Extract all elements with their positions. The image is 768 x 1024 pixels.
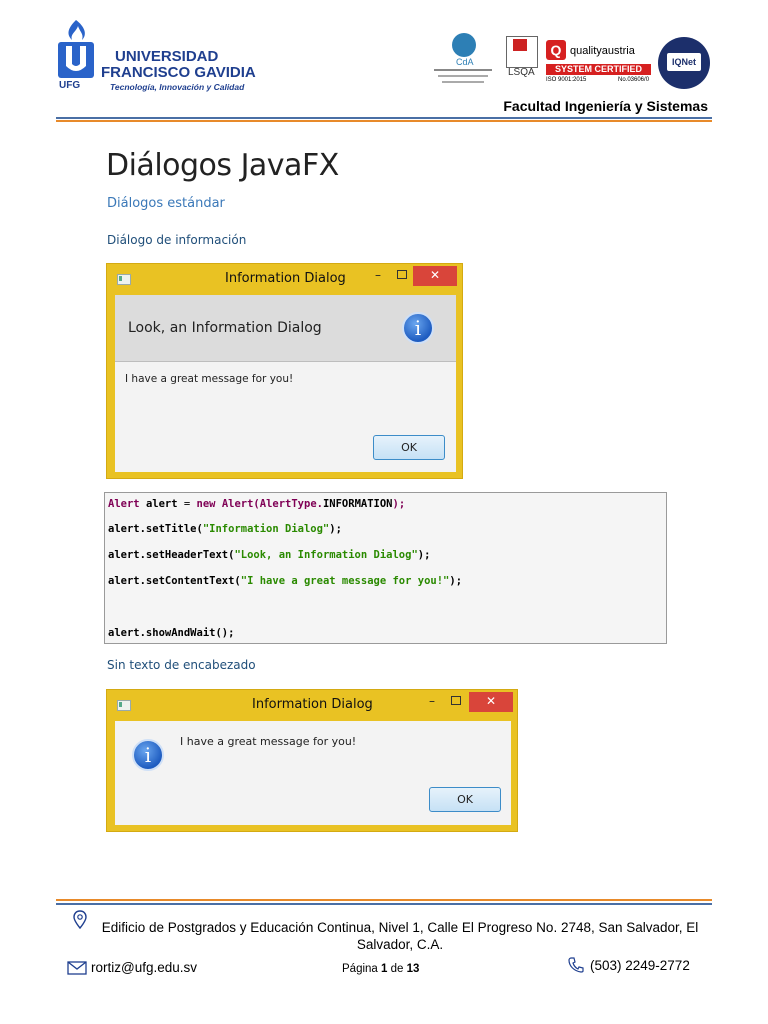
page-mid: de (387, 963, 407, 975)
code-line-1: Alert alert = new Alert(AlertType.INFORM… (108, 498, 406, 510)
maximize-button[interactable] (447, 692, 465, 712)
minimize-button[interactable]: – (369, 266, 387, 286)
iqnet-seal: IQNet (658, 33, 712, 95)
header-rule-blue (56, 117, 712, 119)
dialog-header-text: Look, an Information Dialog (128, 320, 322, 336)
app-icon (117, 700, 131, 711)
code-line-2: alert.setTitle("Information Dialog"); (108, 523, 342, 535)
app-icon (117, 274, 131, 285)
dialog-title: Information Dialog (225, 271, 346, 286)
dialog-titlebar: Information Dialog – ✕ (107, 264, 462, 294)
dialog-header-panel: Look, an Information Dialog i (115, 295, 456, 362)
maximize-icon (451, 696, 461, 705)
code-snippet: Alert alert = new Alert(AlertType.INFORM… (104, 492, 667, 644)
information-dialog-no-header-screenshot: Information Dialog – ✕ i I have a great … (106, 689, 518, 832)
qa-iso: ISO 9001:2015 (546, 77, 587, 83)
footer-rule-blue (56, 903, 712, 905)
ufg-logo: UFG (56, 18, 96, 94)
lsqa-label: LSQA (508, 67, 535, 78)
phone-icon (568, 957, 584, 978)
section-heading: Diálogos estándar (107, 196, 225, 211)
page-prefix: Página (342, 963, 382, 975)
university-tagline: Tecnología, Innovación y Calidad (110, 82, 245, 92)
dialog-content-text: I have a great message for you! (125, 373, 294, 385)
footer-rule-orange (56, 899, 712, 901)
lsqa-seal: LSQA (505, 33, 538, 95)
information-icon: i (132, 739, 164, 771)
close-button[interactable]: ✕ (469, 692, 513, 712)
university-name-line2: FRANCISCO GAVIDIA (101, 64, 256, 81)
university-name-line1: UNIVERSIDAD (115, 48, 219, 65)
location-pin-icon (72, 910, 88, 935)
cda-label: CdA (456, 57, 474, 67)
footer-address: Edificio de Postgrados y Educación Conti… (101, 920, 699, 952)
qa-system: SYSTEM CERTIFIED (546, 64, 651, 75)
subsection-heading-no-header: Sin texto de encabezado (107, 658, 256, 672)
code-line-5: alert.showAndWait(); (108, 627, 235, 639)
close-button[interactable]: ✕ (413, 266, 457, 286)
qa-no: No.03606/0 (618, 77, 650, 83)
footer-email[interactable]: rortiz@ufg.edu.sv (91, 960, 197, 975)
subsection-heading-info: Diálogo de información (107, 233, 247, 247)
page-total: 13 (406, 963, 420, 975)
cda-seal: CdA (430, 33, 496, 95)
header-rule-orange (56, 120, 712, 122)
information-dialog-screenshot: Information Dialog – ✕ Look, an Informat… (106, 263, 463, 479)
envelope-icon (67, 961, 87, 980)
faculty-name: Facultad Ingeniería y Sistemas (503, 98, 708, 114)
minimize-button[interactable]: – (423, 692, 441, 712)
ok-button[interactable]: OK (373, 435, 445, 460)
iqnet-label: IQNet (667, 53, 701, 71)
maximize-icon (397, 270, 407, 279)
dialog2-titlebar: Information Dialog – ✕ (107, 690, 517, 720)
information-icon: i (402, 312, 434, 344)
ok-button[interactable]: OK (429, 787, 501, 812)
page-title: Diálogos JavaFX (106, 148, 339, 183)
dialog2-pane: i I have a great message for you! OK (115, 721, 511, 825)
code-line-3: alert.setHeaderText("Look, an Informatio… (108, 549, 431, 561)
page-number: Página 1 de 13 (342, 963, 419, 975)
university-name: UNIVERSIDAD FRANCISCO GAVIDIA (101, 49, 256, 81)
dialog-pane: Look, an Information Dialog i I have a g… (115, 295, 456, 472)
ufg-logo-text: UFG (59, 80, 81, 91)
maximize-button[interactable] (393, 266, 411, 286)
dialog2-title: Information Dialog (252, 697, 373, 712)
qa-brand: qualityaustria (570, 45, 635, 57)
qualityaustria-seal: Q qualityaustria SYSTEM CERTIFIED ISO 90… (546, 40, 651, 83)
code-line-4: alert.setContentText("I have a great mes… (108, 575, 463, 587)
footer-phone[interactable]: (503) 2249-2772 (590, 958, 690, 973)
dialog2-content-text: I have a great message for you! (180, 735, 357, 748)
